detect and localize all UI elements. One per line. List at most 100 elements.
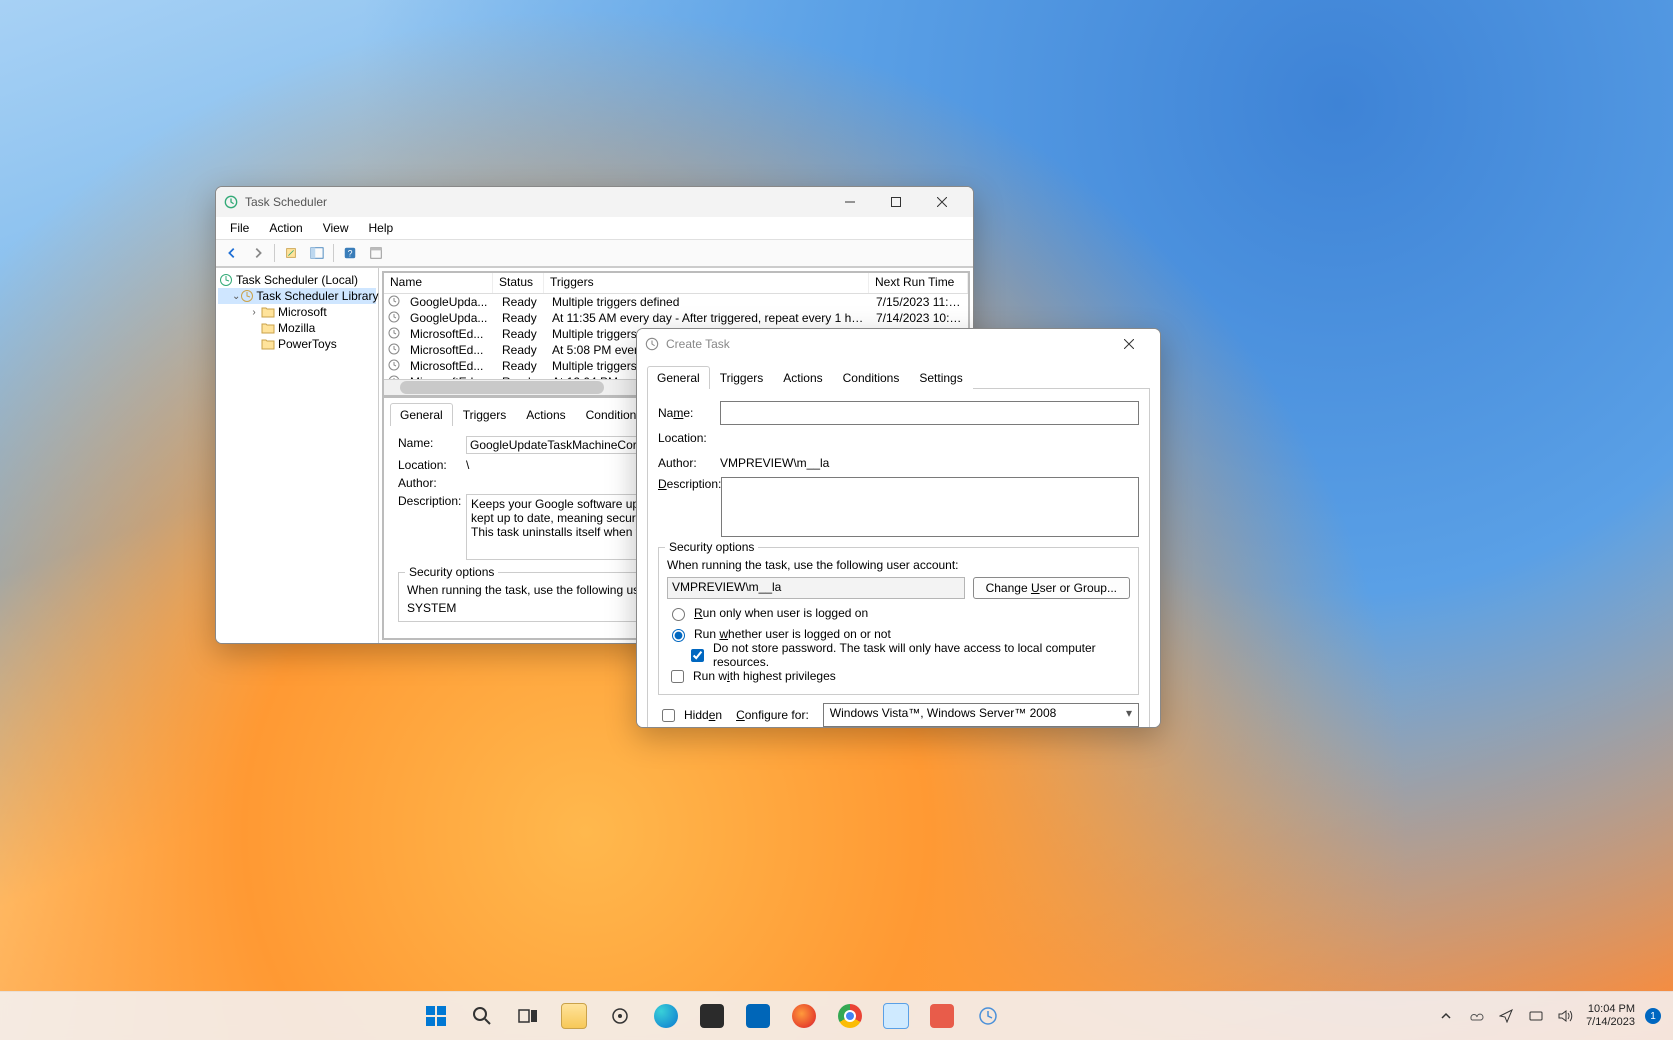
notification-badge[interactable]: 1: [1645, 1008, 1661, 1024]
tab-settings[interactable]: Settings: [909, 366, 972, 389]
security-line: When running the task, use the following…: [667, 558, 1130, 572]
task-item-icon: [384, 343, 404, 358]
cell-trigger: Multiple triggers defined: [546, 295, 870, 309]
settings-icon[interactable]: [600, 996, 640, 1036]
titlebar[interactable]: Task Scheduler: [216, 187, 973, 217]
author-label: Author:: [658, 456, 720, 470]
tree-item[interactable]: Mozilla: [218, 320, 376, 336]
vscode-icon[interactable]: [738, 996, 778, 1036]
task-scheduler-icon: [224, 195, 238, 209]
col-triggers[interactable]: Triggers: [544, 273, 869, 293]
task-icon: [645, 337, 659, 351]
clock-icon[interactable]: [968, 996, 1008, 1036]
create-task-dialog: Create Task General Triggers Actions Con…: [636, 328, 1161, 728]
maximize-button[interactable]: [873, 187, 919, 217]
user-account-field: VMPREVIEW\m__la: [667, 577, 965, 599]
checkbox-hidden[interactable]: Hidden: [658, 706, 722, 724]
folder-icon: [260, 306, 276, 318]
tab-conditions[interactable]: Conditions: [833, 366, 910, 389]
task-view-icon[interactable]: [508, 996, 548, 1036]
tab-actions[interactable]: Actions: [516, 403, 575, 426]
location-label: Location:: [658, 431, 720, 445]
configure-for-select[interactable]: Windows Vista™, Windows Server™ 2008: [823, 703, 1139, 727]
search-icon[interactable]: [462, 996, 502, 1036]
onedrive-icon[interactable]: [1466, 1006, 1486, 1026]
tab-triggers[interactable]: Triggers: [453, 403, 517, 426]
checkbox-no-password[interactable]: Do not store password. The task will onl…: [687, 646, 1130, 664]
tree-library[interactable]: ⌄ Task Scheduler Library: [218, 288, 376, 304]
col-name[interactable]: Name: [384, 273, 493, 293]
task-item-icon: [384, 311, 404, 326]
tab-general[interactable]: General: [647, 366, 710, 389]
tree-library-label: Task Scheduler Library: [256, 289, 378, 303]
tray-chevron-icon[interactable]: [1436, 1006, 1456, 1026]
tab-actions[interactable]: Actions: [773, 366, 832, 389]
close-button[interactable]: [919, 187, 965, 217]
name-label: Name:: [658, 406, 720, 420]
checkbox-highest-priv[interactable]: Run with highest privileges: [667, 667, 1130, 685]
toolbar: ?: [216, 240, 973, 267]
firefox-icon[interactable]: [784, 996, 824, 1036]
scrollbar-thumb[interactable]: [400, 381, 604, 394]
detail-author-label: Author:: [398, 476, 466, 490]
col-next[interactable]: Next Run Time: [869, 273, 968, 293]
location-icon[interactable]: [1496, 1006, 1516, 1026]
name-input[interactable]: [720, 401, 1139, 425]
col-status[interactable]: Status: [493, 273, 544, 293]
dialog-titlebar[interactable]: Create Task: [637, 329, 1160, 359]
time: 10:04 PM: [1586, 1003, 1635, 1016]
cell-name: GoogleUpda...: [404, 311, 496, 325]
dialog-close-button[interactable]: [1106, 329, 1152, 359]
edge-icon[interactable]: [646, 996, 686, 1036]
tree-root[interactable]: Task Scheduler (Local): [218, 272, 376, 288]
security-title: Security options: [665, 540, 758, 554]
collapse-icon[interactable]: ⌄: [232, 291, 240, 302]
snipping-tool-icon[interactable]: [922, 996, 962, 1036]
description-input[interactable]: [721, 477, 1139, 537]
detail-name-label: Name:: [398, 436, 466, 454]
notepad-icon[interactable]: [876, 996, 916, 1036]
checkbox-label: Run with highest privileges: [693, 669, 836, 683]
expand-icon[interactable]: ›: [248, 307, 260, 318]
tab-general[interactable]: General: [390, 403, 453, 426]
table-row[interactable]: GoogleUpda...ReadyAt 11:35 AM every day …: [384, 310, 968, 326]
checkbox-label: Do not store password. The task will onl…: [713, 641, 1130, 669]
explorer-icon[interactable]: [554, 996, 594, 1036]
start-button[interactable]: [416, 996, 456, 1036]
list-header[interactable]: Name Status Triggers Next Run Time: [384, 273, 968, 294]
action-pen-icon[interactable]: [279, 241, 303, 265]
nav-back-button[interactable]: [220, 241, 244, 265]
minimize-button[interactable]: [827, 187, 873, 217]
volume-icon[interactable]: [1556, 1006, 1576, 1026]
radio-label: Run only when user is logged on: [694, 606, 868, 620]
change-user-button[interactable]: Change User or Group...: [973, 577, 1130, 599]
folder-icon: [260, 338, 276, 350]
properties-icon[interactable]: [364, 241, 388, 265]
menu-help[interactable]: Help: [361, 219, 402, 237]
library-icon: [240, 289, 254, 303]
menu-file[interactable]: File: [222, 219, 257, 237]
language-icon[interactable]: [1526, 1006, 1546, 1026]
svg-text:?: ?: [348, 249, 353, 259]
terminal-icon[interactable]: [692, 996, 732, 1036]
menu-view[interactable]: View: [315, 219, 357, 237]
desc-label: Description:: [658, 477, 721, 491]
help-icon[interactable]: ?: [338, 241, 362, 265]
table-row[interactable]: GoogleUpda...ReadyMultiple triggers defi…: [384, 294, 968, 310]
tree-item-label: Microsoft: [278, 305, 327, 319]
cell-next: 7/14/2023 10:35:0: [870, 311, 968, 325]
menu-action[interactable]: Action: [261, 219, 310, 237]
clock[interactable]: 10:04 PM 7/14/2023: [1586, 1003, 1635, 1029]
chrome-icon[interactable]: [830, 996, 870, 1036]
taskbar[interactable]: 10:04 PM 7/14/2023 1: [0, 991, 1673, 1040]
show-hide-pane-icon[interactable]: [305, 241, 329, 265]
cell-status: Ready: [496, 343, 546, 357]
radio-logged-on[interactable]: Run only when user is logged on: [667, 604, 1130, 622]
navigation-tree[interactable]: Task Scheduler (Local) ⌄ Task Scheduler …: [216, 268, 379, 643]
nav-forward-button[interactable]: [246, 241, 270, 265]
tree-item[interactable]: › Microsoft: [218, 304, 376, 320]
tree-item[interactable]: PowerToys: [218, 336, 376, 352]
tab-triggers[interactable]: Triggers: [710, 366, 774, 389]
task-item-icon: [384, 359, 404, 374]
system-tray[interactable]: 10:04 PM 7/14/2023 1: [1424, 1003, 1673, 1029]
